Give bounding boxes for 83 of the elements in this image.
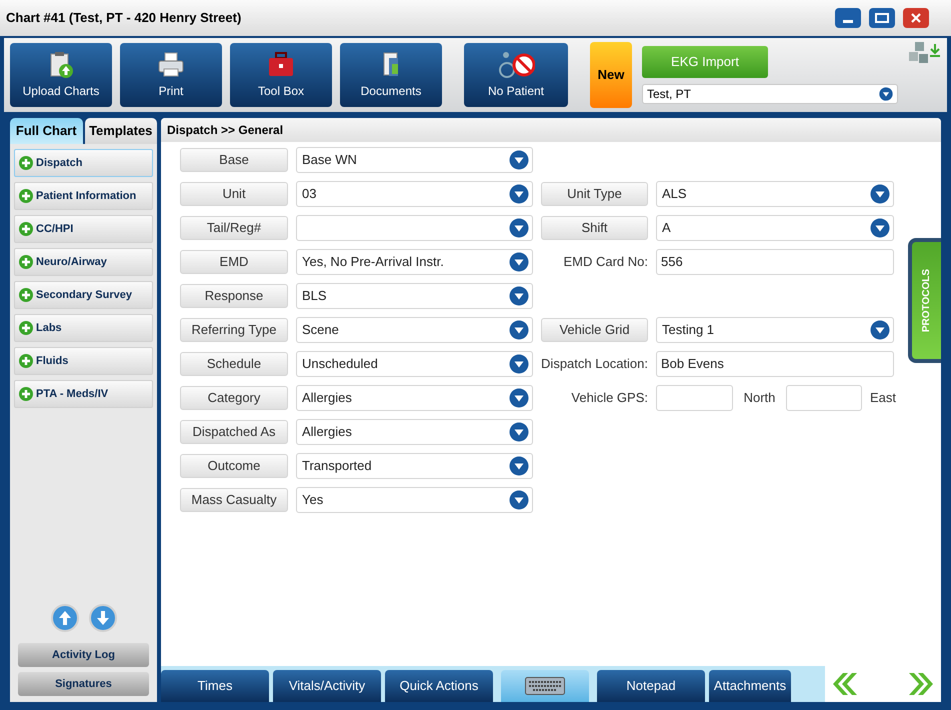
toolbar-button[interactable]: Upload Charts <box>10 43 112 107</box>
plus-icon <box>19 222 33 236</box>
close-button[interactable] <box>903 8 929 28</box>
field-label-button[interactable]: Mass Casualty <box>180 488 288 512</box>
text-field[interactable]: Bob Evens <box>656 351 894 377</box>
close-icon <box>911 13 921 23</box>
plus-icon <box>19 156 33 170</box>
sidebar-button[interactable]: Activity Log <box>18 643 149 667</box>
plus-icon <box>19 189 33 203</box>
scroll-up-icon[interactable] <box>50 604 78 632</box>
dropdown-field[interactable]: Testing 1 <box>656 317 894 343</box>
plus-icon <box>19 255 33 269</box>
field-label-button[interactable]: Base <box>180 148 288 172</box>
field-label-button[interactable]: Schedule <box>180 352 288 376</box>
dropdown-field[interactable]: Yes, No Pre-Arrival Instr. <box>296 249 533 275</box>
dropdown-field[interactable]: BLS <box>296 283 533 309</box>
plus-icon <box>19 354 33 368</box>
double-chevron-right-icon[interactable] <box>909 671 935 697</box>
dropdown-field[interactable]: Transported <box>296 453 533 479</box>
sidebar-item[interactable]: Patient Information <box>14 182 153 210</box>
dropdown-field[interactable]: 03 <box>296 181 533 207</box>
dropdown-field[interactable]: Allergies <box>296 385 533 411</box>
plus-icon <box>19 288 33 302</box>
bottom-tab[interactable]: Attachments <box>709 670 791 702</box>
field-label-button[interactable]: Referring Type <box>180 318 288 342</box>
sidebar-tab[interactable]: Templates <box>84 118 157 144</box>
sidebar-item[interactable]: CC/HPI <box>14 215 153 243</box>
double-chevron-left-icon[interactable] <box>831 671 857 697</box>
keyboard-tab[interactable] <box>501 670 589 702</box>
text-field[interactable] <box>786 385 862 411</box>
dropdown-field[interactable] <box>296 215 533 241</box>
no-wheelchair-icon <box>497 50 535 80</box>
sidebar-item[interactable]: Secondary Survey <box>14 281 153 309</box>
field-label: Dispatch Location: <box>540 355 648 374</box>
sidebar-item[interactable]: PTA - Meds/IV <box>14 380 153 408</box>
minimize-button[interactable] <box>835 8 861 28</box>
bottom-tab[interactable]: Vitals/Activity <box>273 670 381 702</box>
field-label: East <box>870 389 896 408</box>
toolbar-button[interactable]: Print <box>120 43 222 107</box>
field-label: EMD Card No: <box>562 253 648 272</box>
scroll-down-icon[interactable] <box>88 604 116 632</box>
bottom-tab[interactable]: Times <box>161 670 269 702</box>
field-label-button[interactable]: Unit <box>180 182 288 206</box>
plus-icon <box>19 387 33 401</box>
toolbar-button[interactable]: Tool Box <box>230 43 332 107</box>
dropdown-field[interactable]: A <box>656 215 894 241</box>
cubes-download-icon[interactable] <box>907 40 941 66</box>
field-label-button[interactable]: Outcome <box>180 454 288 478</box>
sidebar-item[interactable]: Fluids <box>14 347 153 375</box>
sidebar-item[interactable]: Dispatch <box>14 149 153 177</box>
toolbar-button[interactable]: Documents <box>340 43 442 107</box>
sidebar-item[interactable]: Labs <box>14 314 153 342</box>
dropdown-field[interactable]: Base WN <box>296 147 533 173</box>
bottom-tab[interactable]: Quick Actions <box>385 670 493 702</box>
field-label-button[interactable]: Tail/Reg# <box>180 216 288 240</box>
field-label-button[interactable]: Response <box>180 284 288 308</box>
field-label-button[interactable]: Shift <box>541 216 648 240</box>
dropdown-field[interactable]: ALS <box>656 181 894 207</box>
field-label: North <box>742 389 776 408</box>
breadcrumb: Dispatch >> General <box>167 122 284 139</box>
text-field[interactable] <box>656 385 733 411</box>
plus-icon <box>19 321 33 335</box>
dropdown-field[interactable]: Unscheduled <box>296 351 533 377</box>
window-title: Chart #41 (Test, PT - 420 Henry Street) <box>6 9 242 28</box>
toolbar-button[interactable]: No Patient <box>464 43 568 107</box>
new-button[interactable]: New <box>590 42 632 108</box>
sidebar-item[interactable]: Neuro/Airway <box>14 248 153 276</box>
field-label-button[interactable]: Category <box>180 386 288 410</box>
sidebar-tab[interactable]: Full Chart <box>10 118 82 144</box>
sidebar-button[interactable]: Signatures <box>18 672 149 696</box>
dropdown-field[interactable]: Yes <box>296 487 533 513</box>
keyboard-icon <box>525 677 565 695</box>
maximize-button[interactable] <box>869 8 895 28</box>
dropdown-field[interactable]: Scene <box>296 317 533 343</box>
dropdown-field[interactable]: Allergies <box>296 419 533 445</box>
field-label-button[interactable]: Dispatched As <box>180 420 288 444</box>
field-label-button[interactable]: EMD <box>180 250 288 274</box>
bottom-tab[interactable]: Notepad <box>597 670 705 702</box>
field-label-button[interactable]: Vehicle Grid <box>541 318 648 342</box>
field-label: Vehicle GPS: <box>570 389 648 408</box>
field-label-button[interactable]: Unit Type <box>541 182 648 206</box>
patient-select[interactable]: Test, PT <box>642 84 898 104</box>
text-field[interactable]: 556 <box>656 249 894 275</box>
